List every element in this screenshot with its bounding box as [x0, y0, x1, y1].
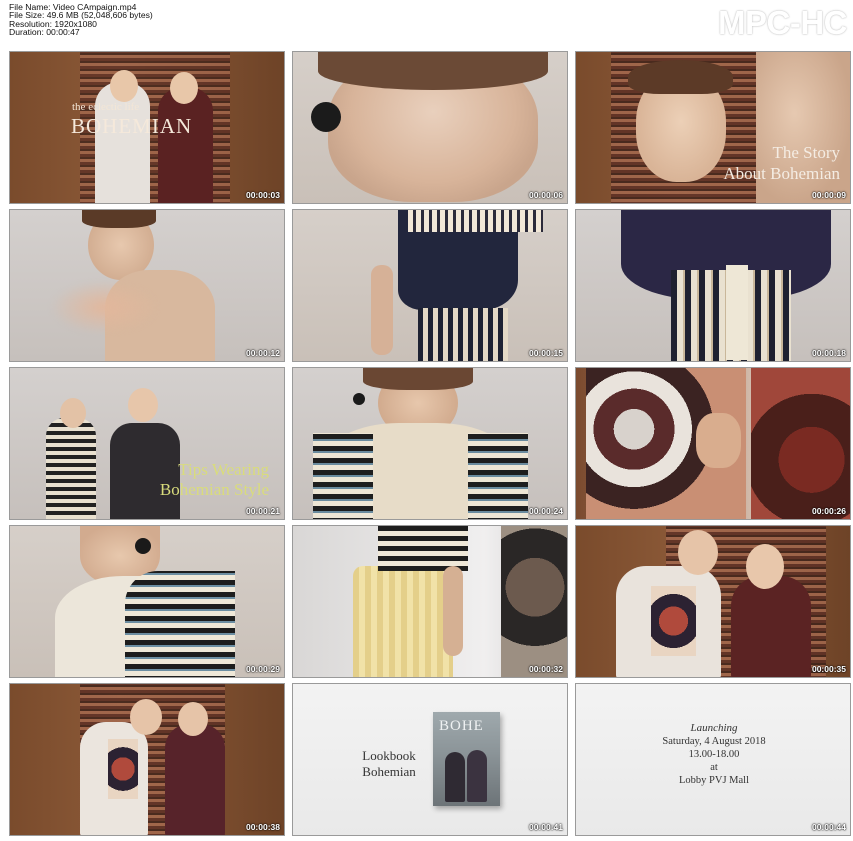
striped-scarf — [468, 433, 528, 519]
thumbnail-2[interactable]: 00:00:06 — [292, 51, 568, 204]
striped-scarf — [125, 571, 235, 677]
model-head — [110, 70, 138, 102]
launch-date: Saturday, 4 August 2018 — [662, 736, 766, 747]
launch-venue: Lobby PVJ Mall — [678, 775, 749, 786]
timestamp: 00:00:03 — [245, 190, 280, 200]
thumbnail-5[interactable]: 00:00:15 — [292, 209, 568, 362]
thumbnail-14[interactable]: Lookbook Bohemian BOHE 00:00:41 — [292, 683, 568, 836]
caption-line2: About Bohemian — [723, 164, 840, 183]
launch-info: Launching Saturday, 4 August 2018 13.00-… — [576, 722, 850, 787]
thumbnail-8[interactable]: 00:00:24 — [292, 367, 568, 520]
timestamp: 00:00:24 — [528, 506, 563, 516]
printed-dress — [501, 526, 567, 677]
timestamp: 00:00:26 — [811, 506, 846, 516]
model-hair — [628, 60, 733, 94]
cover-model — [467, 750, 487, 802]
caption-line1: The Story — [772, 143, 840, 162]
model-hand — [696, 413, 741, 468]
model-figure — [165, 724, 225, 835]
model-head — [170, 72, 198, 104]
file-info: File Name: Video CAmpaign.mp4 File Size:… — [9, 2, 153, 38]
timestamp: 00:00:29 — [245, 664, 280, 674]
launch-title: Launching — [690, 722, 738, 734]
timestamp: 00:00:09 — [811, 190, 846, 200]
model-hair — [82, 210, 156, 228]
model-head — [130, 699, 162, 735]
timestamp: 00:00:41 — [528, 822, 563, 832]
model-arm — [371, 265, 393, 355]
caption-line2: Bohemian Style — [159, 480, 269, 499]
thumbnail-12[interactable]: 00:00:35 — [575, 525, 851, 678]
thumbnail-7[interactable]: Tips Wearing Bohemian Style 00:00:21 — [9, 367, 285, 520]
caption-line2: Bohemian — [362, 764, 416, 779]
thumbnail-10[interactable]: 00:00:29 — [9, 525, 285, 678]
thumbnail-13[interactable]: 00:00:38 — [9, 683, 285, 836]
timestamp: 00:00:15 — [528, 348, 563, 358]
thumbnail-9[interactable]: 00:00:26 — [575, 367, 851, 520]
pleated-skirt — [353, 566, 453, 677]
earring — [311, 102, 341, 132]
caption-line1: Tips Wearing — [178, 460, 269, 479]
thumbnail-1[interactable]: the eclectic life BOHEMIAN 00:00:03 — [9, 51, 285, 204]
thumbnail-6[interactable]: 00:00:18 — [575, 209, 851, 362]
launch-at: at — [710, 762, 718, 773]
timestamp: 00:00:21 — [245, 506, 280, 516]
printed-panel — [651, 586, 696, 656]
fringe-detail — [408, 210, 543, 232]
timestamp: 00:00:12 — [245, 348, 280, 358]
timestamp: 00:00:38 — [245, 822, 280, 832]
printed-dress — [751, 368, 850, 519]
duration: Duration: 00:00:47 — [9, 27, 80, 38]
striped-skirt — [418, 308, 508, 361]
timestamp: 00:00:06 — [528, 190, 563, 200]
timestamp: 00:00:32 — [528, 664, 563, 674]
model-figure — [158, 87, 213, 203]
model-head — [746, 544, 784, 589]
model-arm — [443, 566, 463, 656]
mpc-hc-logo: MPC-HC — [718, 4, 847, 41]
thumbnail-4[interactable]: 00:00:12 — [9, 209, 285, 362]
scarf — [726, 265, 748, 360]
earring — [353, 393, 365, 405]
model-head — [678, 530, 718, 575]
model-head — [128, 388, 158, 422]
cover-title: BOHE — [439, 718, 484, 734]
thumbnail-3[interactable]: The Story About Bohemian 00:00:09 — [575, 51, 851, 204]
caption-line1: Lookbook — [362, 748, 416, 763]
launch-time: 13.00-18.00 — [688, 749, 740, 760]
model-figure — [46, 418, 96, 519]
timestamp: 00:00:35 — [811, 664, 846, 674]
thumbnail-11[interactable]: 00:00:32 — [292, 525, 568, 678]
earring — [135, 538, 151, 554]
blurred-hand — [50, 280, 160, 335]
caption-line1: the eclectic life — [72, 101, 140, 113]
model-figure — [731, 576, 811, 677]
timestamp: 00:00:44 — [811, 822, 846, 832]
model-head — [60, 398, 86, 428]
cover-model — [445, 752, 465, 802]
striped-scarf — [313, 433, 373, 519]
model-hair — [363, 368, 473, 390]
printed-panel — [108, 739, 138, 799]
thumbnail-grid: the eclectic life BOHEMIAN 00:00:03 00:0… — [9, 51, 852, 838]
model-hair — [318, 52, 548, 90]
thumbnail-15[interactable]: Launching Saturday, 4 August 2018 13.00-… — [575, 683, 851, 836]
striped-top — [378, 526, 468, 571]
model-head — [178, 702, 208, 736]
model-figure — [110, 423, 180, 519]
timestamp: 00:00:18 — [811, 348, 846, 358]
caption-line2: BOHEMIAN — [71, 114, 193, 138]
lookbook-cover: BOHE — [433, 712, 500, 806]
